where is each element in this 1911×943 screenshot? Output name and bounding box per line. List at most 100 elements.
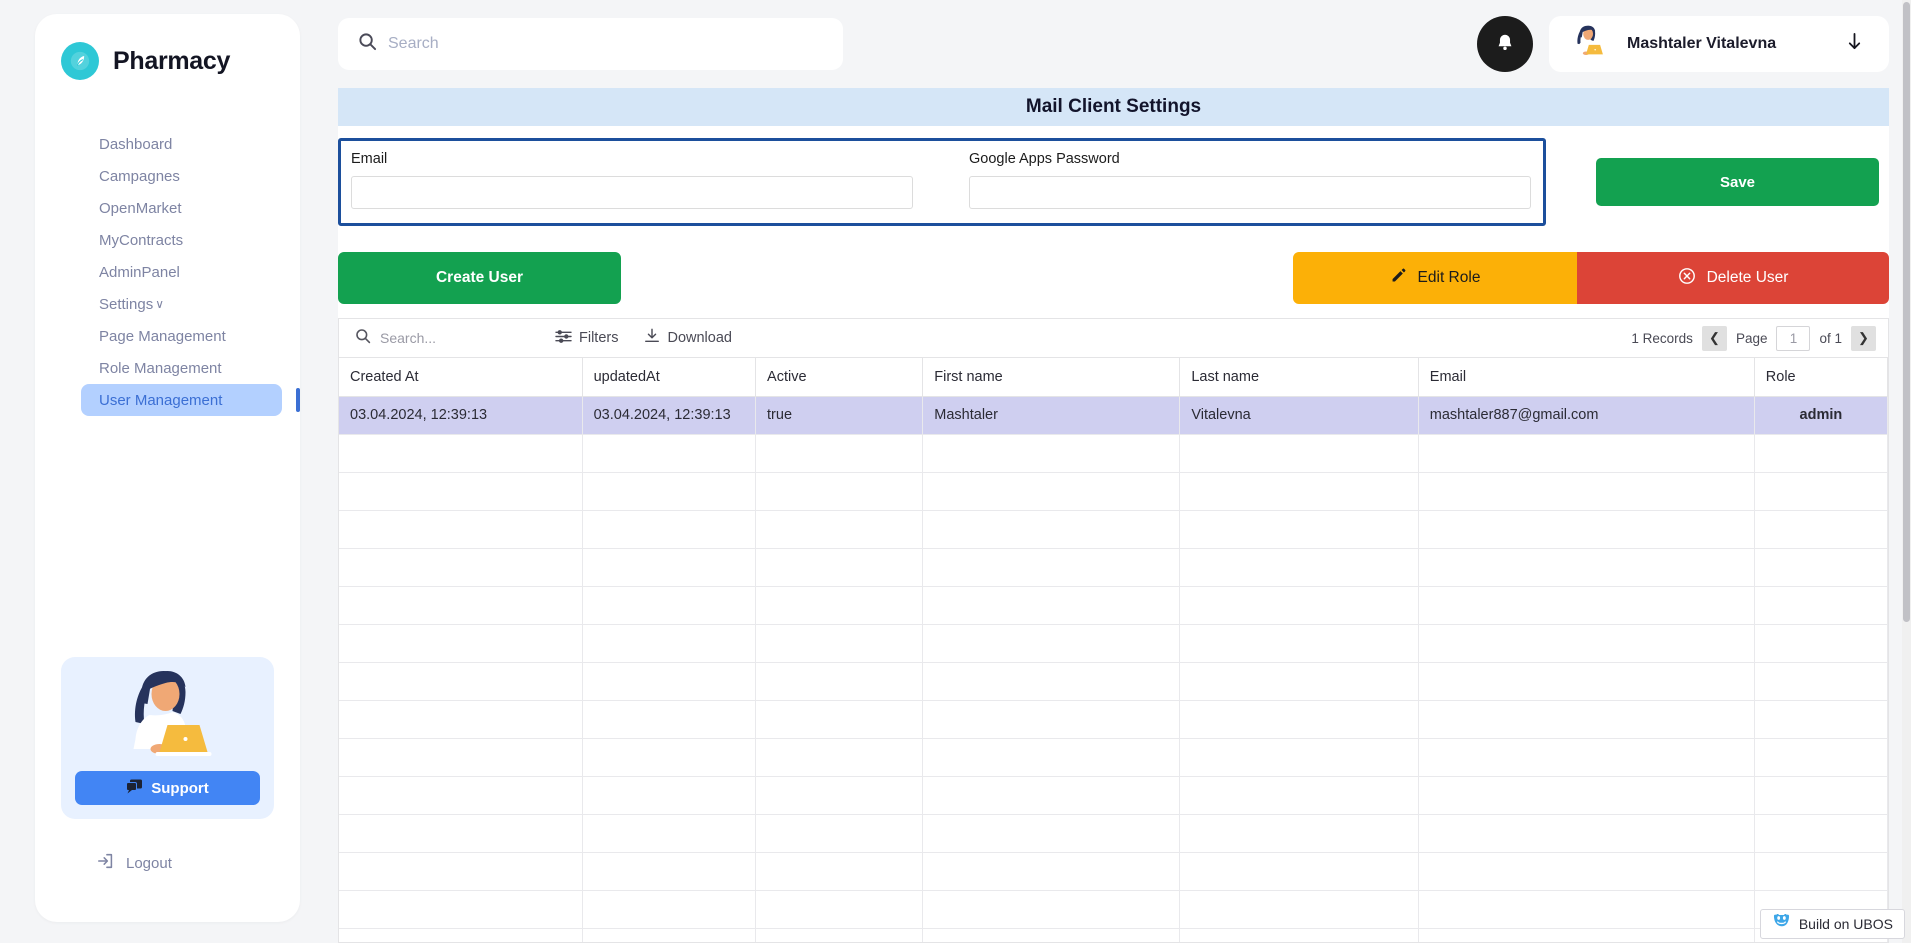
sidebar-item-page-management[interactable]: Page Management [81,320,282,352]
password-field-group: Google Apps Password [969,151,1531,209]
table-row[interactable] [339,700,1888,739]
cell-empty [1754,510,1888,549]
cell-empty [1179,928,1419,942]
delete-user-button[interactable]: Delete User [1577,252,1889,304]
cell-empty [755,928,924,942]
email-input[interactable] [351,176,913,209]
table-row[interactable] [339,852,1888,891]
cell-empty [1754,814,1888,853]
table-row[interactable] [339,776,1888,815]
sidebar-item-user-management[interactable]: User Management [81,384,300,416]
cell-empty [582,890,757,929]
cell-empty [339,434,583,473]
table-row[interactable] [339,662,1888,701]
cell-empty [922,548,1181,587]
cell-empty [922,434,1181,473]
cell-email: mashtaler887@gmail.com [1418,396,1755,435]
table-search[interactable] [355,328,555,349]
cell-empty [922,852,1181,891]
sidebar-item-openmarket[interactable]: OpenMarket [81,192,282,224]
scrollbar-thumb[interactable] [1903,2,1910,622]
save-button[interactable]: Save [1596,158,1879,206]
page-number-input[interactable] [1776,325,1811,351]
cell-empty [1418,548,1755,587]
build-on-ubos-label: Build on UBOS [1798,916,1893,932]
table-row[interactable] [339,434,1888,473]
arrow-down-icon[interactable] [1846,32,1863,57]
support-illustration [105,667,230,772]
cell-empty [1179,586,1419,625]
user-name: Mashtaler Vitalevna [1627,35,1777,52]
table-row[interactable] [339,472,1888,511]
delete-user-label: Delete User [1706,269,1789,286]
search-input[interactable] [388,35,823,53]
next-page-button[interactable]: ❯ [1851,325,1876,351]
table-row[interactable]: 03.04.2024, 12:39:13 03.04.2024, 12:39:1… [339,396,1888,435]
column-header-first-name[interactable]: First name [922,358,1181,397]
cell-empty [755,434,924,473]
cell-empty [922,890,1181,929]
cell-empty [582,586,757,625]
cell-active: true [755,396,924,435]
build-on-ubos-badge[interactable]: Build on UBOS [1759,909,1905,939]
column-header-email[interactable]: Email [1418,358,1755,397]
cell-empty [1418,472,1755,511]
bell-icon [1494,32,1516,57]
cell-empty [755,548,924,587]
column-header-updated-at[interactable]: updatedAt [582,358,757,397]
table-scroll-region[interactable]: Created At updatedAt Active First name L… [339,358,1888,942]
sidebar-item-mycontracts[interactable]: MyContracts [81,224,282,256]
cell-empty [1418,624,1755,663]
cell-empty [1754,738,1888,777]
prev-page-button[interactable]: ❮ [1701,325,1727,351]
sidebar-item-label: Settings [99,295,154,313]
notifications-button[interactable] [1477,16,1533,72]
table-row[interactable] [339,624,1888,663]
table-row[interactable] [339,890,1888,929]
cell-empty [582,472,757,511]
sidebar-item-label: OpenMarket [99,199,182,217]
leaf-icon [61,42,99,80]
download-button[interactable]: Download [644,328,732,348]
cell-empty [922,662,1181,701]
table-row[interactable] [339,928,1888,942]
right-actions: Edit Role Delete User [1293,252,1889,304]
create-user-button[interactable]: Create User [338,252,621,304]
table-search-input[interactable] [380,330,530,346]
sidebar-item-campagnes[interactable]: Campagnes [81,160,282,192]
cell-empty [1418,434,1755,473]
table-row[interactable] [339,548,1888,587]
sidebar-item-settings[interactable]: Settings ∨ [81,288,282,320]
topbar: Mashtaler Vitalevna [300,0,1911,88]
page-total-label: of 1 [1819,330,1842,346]
cell-empty [582,700,757,739]
filters-button[interactable]: Filters [555,329,618,348]
cell-empty [1418,852,1755,891]
google-apps-password-input[interactable] [969,176,1531,209]
mail-settings-title: Mail Client Settings [338,88,1889,126]
page-scrollbar[interactable] [1902,0,1911,943]
column-header-last-name[interactable]: Last name [1179,358,1419,397]
column-header-created-at[interactable]: Created At [339,358,583,397]
cell-empty [922,624,1181,663]
edit-role-button[interactable]: Edit Role [1293,252,1577,304]
cell-empty [922,510,1181,549]
column-header-active[interactable]: Active [755,358,924,397]
table-row[interactable] [339,738,1888,777]
sidebar-item-label: MyContracts [99,231,184,249]
sidebar-item-adminpanel[interactable]: AdminPanel [81,256,282,288]
cell-empty [582,852,757,891]
global-search[interactable] [338,18,843,70]
cell-last-name: Vitalevna [1179,396,1419,435]
table-row[interactable] [339,814,1888,853]
support-button[interactable]: Support [75,771,260,805]
table-row[interactable] [339,586,1888,625]
sidebar-item-role-management[interactable]: Role Management [81,352,282,384]
logout-button[interactable]: Logout [97,852,172,874]
user-menu[interactable]: Mashtaler Vitalevna [1549,16,1889,72]
mail-settings-body: Email Google Apps Password Save [338,126,1889,242]
column-header-role[interactable]: Role [1754,358,1888,397]
sidebar-item-dashboard[interactable]: Dashboard [81,128,282,160]
table-row[interactable] [339,510,1888,549]
support-card: Support [61,657,274,819]
